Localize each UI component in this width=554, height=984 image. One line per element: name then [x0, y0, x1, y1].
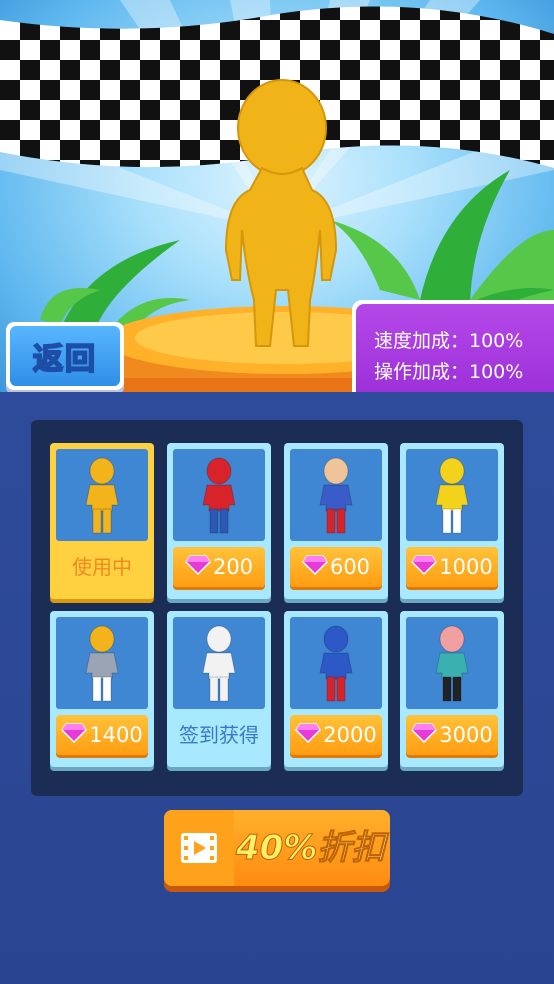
- back-button[interactable]: 返回: [6, 322, 124, 390]
- gem-icon: [411, 722, 438, 748]
- gem-icon: [295, 722, 322, 748]
- watch-ad-discount-button[interactable]: 40%折扣: [164, 810, 390, 886]
- skin-thumbnail: [290, 617, 382, 709]
- discount-text: 40%折扣: [235, 810, 386, 886]
- skin-price-value: 3000: [439, 723, 493, 747]
- skin-price-button[interactable]: 3000: [406, 715, 498, 755]
- speed-bonus-text: 速度加成：100%: [374, 330, 524, 352]
- back-button-face: 返回: [10, 326, 120, 386]
- skin-thumbnail: [173, 617, 265, 709]
- skin-card[interactable]: 600: [284, 443, 388, 599]
- skin-price-value: 2000: [323, 723, 377, 747]
- video-play-icon: [164, 810, 234, 886]
- skin-price-button[interactable]: 1400: [56, 715, 148, 755]
- skin-thumbnail: [406, 449, 498, 541]
- skin-card[interactable]: 使用中: [50, 443, 154, 599]
- skin-card[interactable]: 签到获得: [167, 611, 271, 767]
- bonus-stats-inner: 速度加成：100% 操作加成：100%: [356, 304, 554, 402]
- skin-thumbnail: [56, 617, 148, 709]
- back-button-label: 返回: [32, 341, 97, 378]
- skin-thumbnail: [56, 449, 148, 541]
- gem-icon: [301, 554, 328, 580]
- skin-status-label: 使用中: [72, 555, 132, 579]
- gem-icon: [411, 554, 438, 580]
- skin-card[interactable]: 200: [167, 443, 271, 599]
- discount-label: 折扣: [317, 828, 386, 869]
- skin-card[interactable]: 3000: [400, 611, 504, 767]
- bonus-stats-panel: 速度加成：100% 操作加成：100%: [352, 300, 554, 406]
- skin-thumbnail: [290, 449, 382, 541]
- skin-price-value: 1000: [439, 555, 493, 579]
- gem-icon: [184, 554, 211, 580]
- discount-percent: 40%: [235, 828, 318, 869]
- skin-price-value: 200: [212, 555, 254, 579]
- skin-price-button[interactable]: 1000: [406, 547, 498, 587]
- skin-thumbnail: [173, 449, 265, 541]
- skin-price-button[interactable]: 600: [290, 547, 382, 587]
- skin-thumbnail: [406, 617, 498, 709]
- skin-price-button[interactable]: 2000: [290, 715, 382, 755]
- skin-card[interactable]: 1400: [50, 611, 154, 767]
- skin-price-value: 1400: [89, 723, 143, 747]
- skin-status-label: 签到获得: [179, 723, 259, 747]
- skin-card[interactable]: 2000: [284, 611, 388, 767]
- skin-price-button[interactable]: 200: [173, 547, 265, 587]
- skin-card[interactable]: 1000: [400, 443, 504, 599]
- skin-price-value: 600: [329, 555, 371, 579]
- control-bonus-text: 操作加成：100%: [374, 361, 524, 383]
- gem-icon: [61, 722, 88, 748]
